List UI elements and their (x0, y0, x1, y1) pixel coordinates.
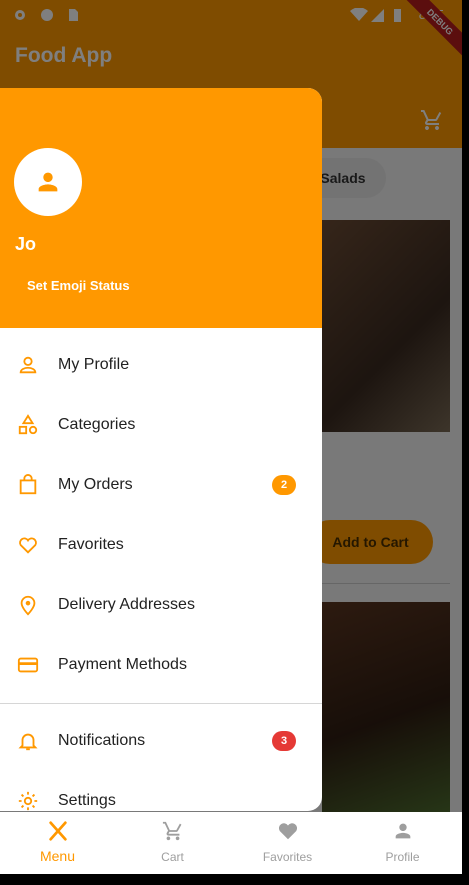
bottom-navigation: Menu Cart Favorites Profile (0, 812, 462, 874)
heart-outline-icon (19, 537, 37, 554)
drawer-item-label: Categories (58, 416, 136, 433)
user-name: Jo (15, 234, 37, 254)
navigation-drawer: Jo Set Emoji Status My Profile Categorie… (0, 88, 322, 811)
person-icon (38, 172, 58, 192)
tab-label: Cart (161, 850, 184, 864)
emoji-status-button[interactable]: Set Emoji Status (27, 278, 130, 293)
drawer-divider (0, 703, 322, 704)
tab-label: Menu (39, 848, 76, 864)
tab-profile[interactable]: Profile (345, 812, 460, 874)
drawer-item-my-profile[interactable]: My Profile (0, 338, 322, 394)
drawer-header: Jo Set Emoji Status (0, 88, 322, 328)
shopping-bag-icon (19, 474, 37, 495)
drawer-item-label: Notifications (58, 732, 146, 749)
drawer-item-label: Favorites (58, 536, 124, 553)
tab-label: Favorites (262, 850, 313, 864)
credit-card-icon (17, 657, 39, 673)
shapes-icon (18, 414, 38, 435)
drawer-item-label: Payment Methods (58, 656, 187, 673)
drawer-item-my-orders[interactable]: My Orders 2 (0, 458, 322, 514)
drawer-item-notifications[interactable]: Notifications 3 (0, 714, 322, 770)
drawer-item-label: My Orders (58, 476, 133, 493)
person-outline-icon (19, 356, 37, 374)
restaurant-icon (49, 821, 67, 841)
person-icon (395, 823, 411, 839)
tab-menu[interactable]: Menu (0, 812, 115, 874)
avatar[interactable] (14, 148, 82, 216)
phone-screen: Salads Add to Cart 8:55 DEBUG Food App J… (0, 0, 462, 874)
drawer-item-categories[interactable]: Categories (0, 398, 322, 454)
orders-count-badge: 2 (272, 475, 296, 495)
cart-icon (162, 821, 182, 841)
drawer-item-payment-methods[interactable]: Payment Methods (0, 638, 322, 694)
tab-cart[interactable]: Cart (115, 812, 230, 874)
heart-icon (278, 823, 298, 840)
bell-icon (18, 733, 38, 751)
tab-favorites[interactable]: Favorites (230, 812, 345, 874)
notifications-count-badge: 3 (272, 731, 296, 751)
drawer-item-label: Settings (58, 792, 116, 809)
tab-label: Profile (385, 850, 420, 864)
drawer-item-label: Delivery Addresses (58, 596, 195, 613)
gear-icon (18, 791, 38, 811)
drawer-item-label: My Profile (58, 356, 130, 373)
drawer-item-delivery-addresses[interactable]: Delivery Addresses (0, 578, 322, 634)
drawer-item-settings[interactable]: Settings (0, 774, 322, 811)
location-pin-icon (20, 595, 36, 616)
drawer-item-favorites[interactable]: Favorites (0, 518, 322, 574)
